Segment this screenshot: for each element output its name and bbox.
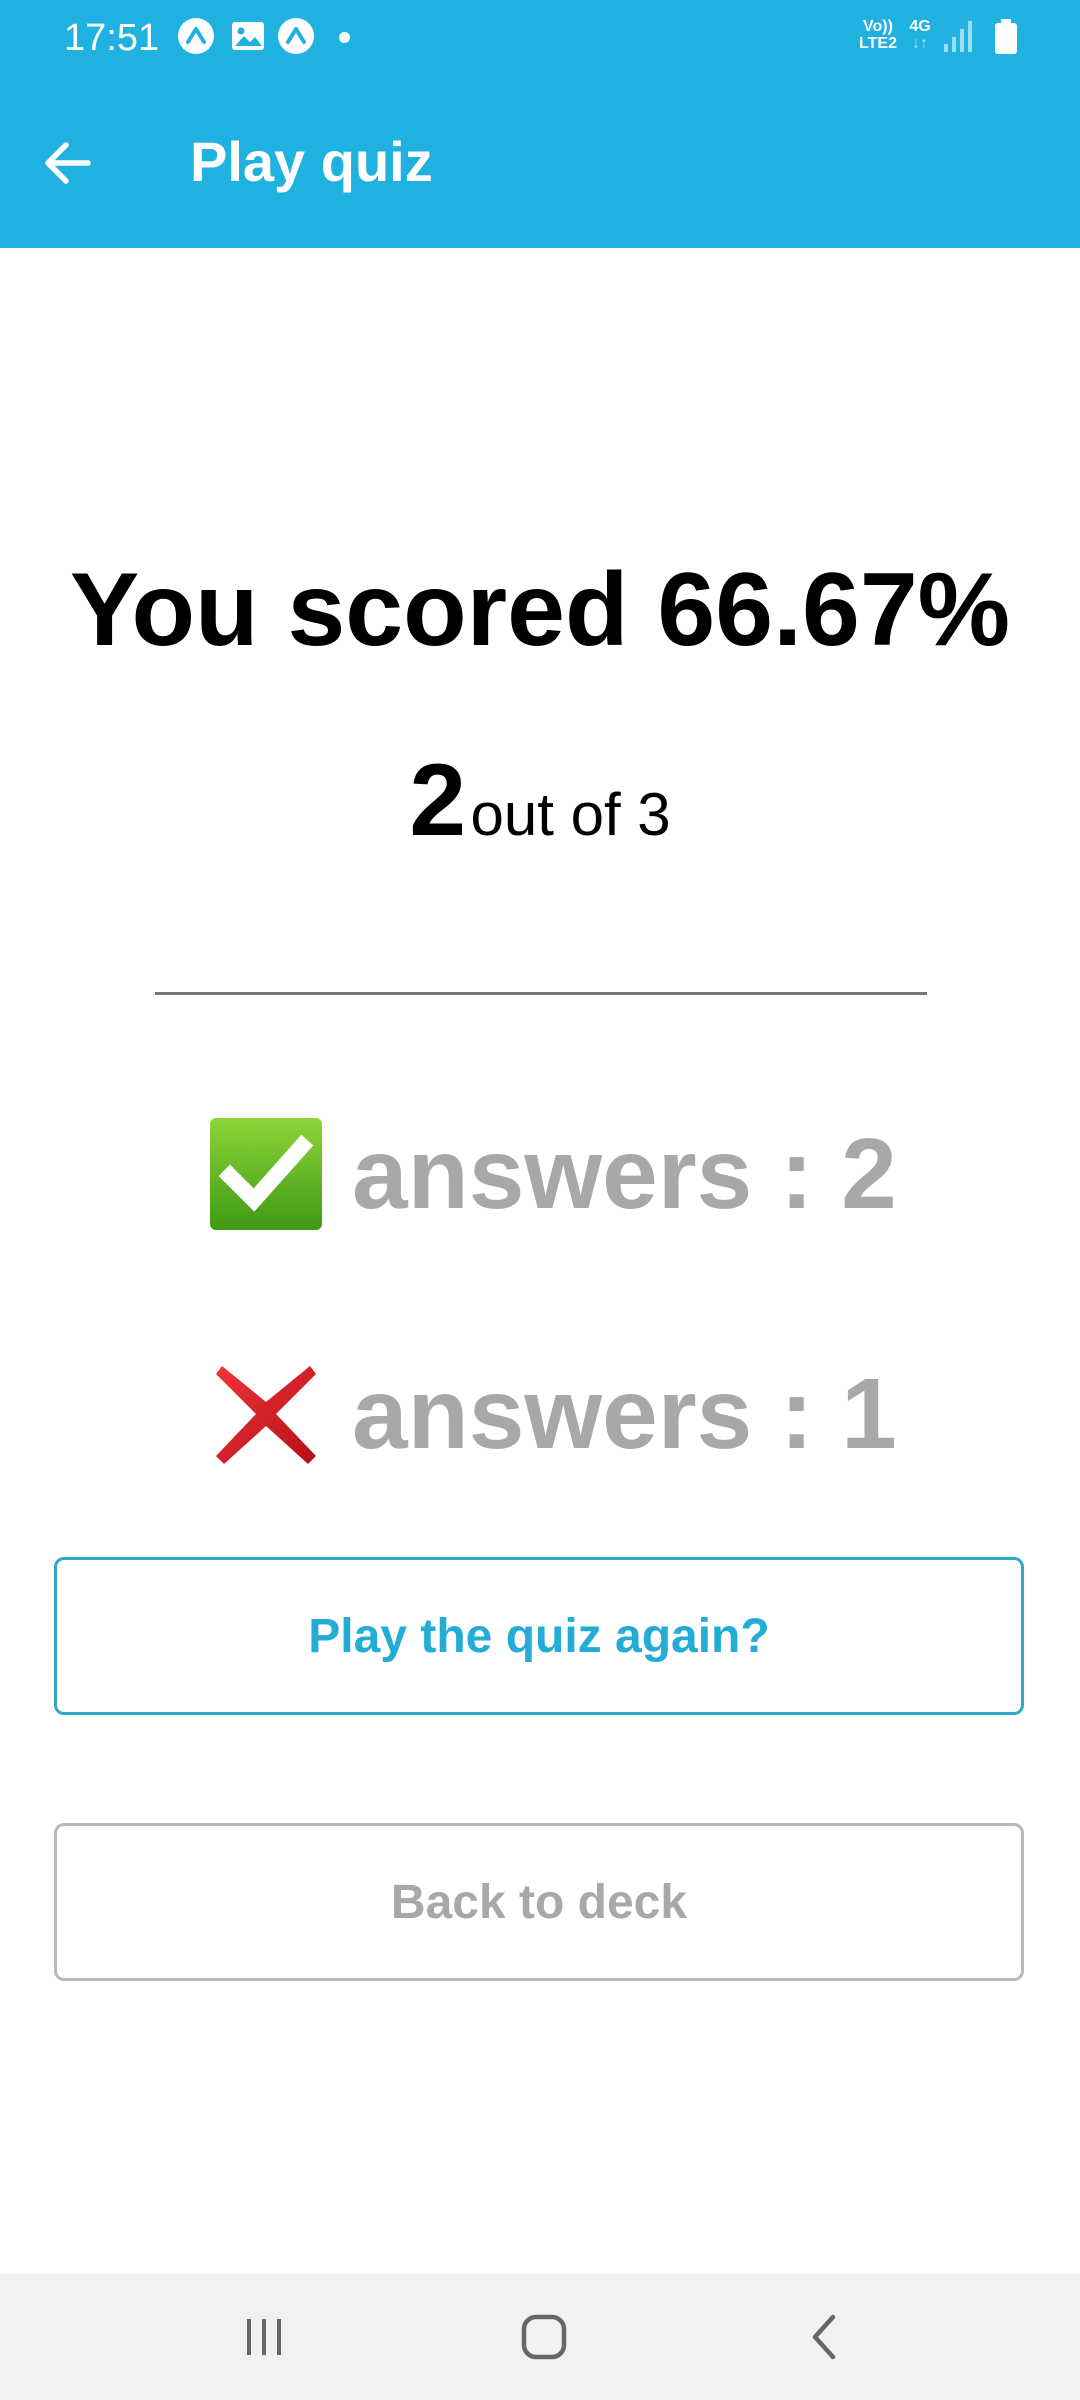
back-to-deck-button[interactable]: Back to deck	[54, 1823, 1024, 1981]
battery-icon	[995, 19, 1017, 54]
back-icon[interactable]	[795, 2307, 855, 2367]
volte-indicator: Vo)) LTE2	[856, 18, 900, 52]
score-summary: 2 out of 3	[0, 735, 1080, 880]
arrow-left-icon[interactable]	[30, 135, 106, 191]
divider	[155, 992, 927, 995]
lte-label: LTE2	[859, 35, 897, 52]
total-text: out of 3	[470, 781, 671, 848]
volte-label: Vo))	[863, 18, 893, 35]
network-label: 4G	[909, 18, 931, 35]
dot-icon	[339, 32, 350, 43]
recents-icon[interactable]	[234, 2307, 294, 2367]
correct-answers-text: answers : 2	[352, 1118, 897, 1230]
app-bar: Play quiz	[0, 75, 1080, 248]
check-mark-icon	[210, 1118, 322, 1230]
cross-mark-icon	[216, 1366, 316, 1464]
score-title: You scored 66.67%	[69, 552, 1011, 668]
signal-icon	[944, 21, 972, 52]
image-icon	[232, 22, 264, 50]
status-bar: 17:51 Vo)) LTE2 4G ↓↑	[0, 0, 1080, 75]
play-again-button[interactable]: Play the quiz again?	[54, 1557, 1024, 1715]
page-title: Play quiz	[190, 130, 433, 193]
notification-a-icon	[178, 18, 214, 54]
wrong-answers-text: answers : 1	[352, 1358, 897, 1470]
home-icon[interactable]	[514, 2307, 574, 2367]
network-indicator: 4G ↓↑	[905, 18, 935, 52]
network-arrows: ↓↑	[912, 35, 928, 52]
quiz-result-screen: 17:51 Vo)) LTE2 4G ↓↑ Play quiz You scor…	[0, 0, 1080, 2400]
status-time: 17:51	[64, 17, 160, 59]
correct-answers-row: answers : 2	[0, 1112, 1080, 1242]
system-nav-bar	[0, 2274, 1080, 2400]
correct-count: 2	[409, 743, 467, 857]
notification-a-icon	[278, 18, 314, 54]
wrong-answers-row: answers : 1	[0, 1352, 1080, 1482]
